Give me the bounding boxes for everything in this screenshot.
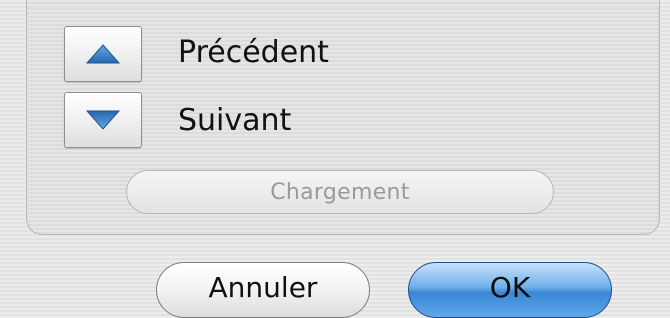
next-label: Suivant xyxy=(178,103,292,138)
arrow-up-icon xyxy=(86,44,120,64)
arrow-down-icon xyxy=(86,110,120,130)
loading-button: Chargement xyxy=(126,170,554,214)
previous-button[interactable] xyxy=(64,26,142,82)
cancel-button[interactable]: Annuler xyxy=(156,262,370,318)
next-button[interactable] xyxy=(64,92,142,148)
previous-label: Précédent xyxy=(178,35,329,70)
ok-button[interactable]: OK xyxy=(408,262,612,318)
